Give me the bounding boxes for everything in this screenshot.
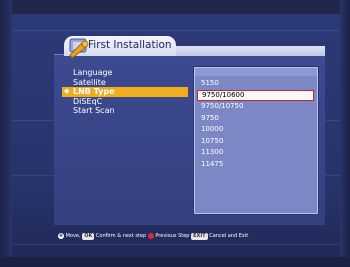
- menu-item-diseqc[interactable]: DiSEqC: [62, 97, 188, 107]
- menu-item-label: Satellite: [73, 77, 106, 87]
- installation-menu: Language Satellite ◆ LNB Type DiSEqC Sta…: [62, 68, 188, 116]
- lnb-option[interactable]: 11300: [197, 147, 314, 159]
- ok-key-icon: OK: [82, 232, 95, 240]
- menu-item-label: LNB Type: [73, 87, 115, 97]
- bezel-right: [340, 0, 350, 267]
- lnb-option[interactable]: 11475: [197, 159, 314, 171]
- red-button-icon: [147, 233, 154, 239]
- help-bar: ✥ Move, OK Confirm & next step Previous …: [58, 230, 248, 242]
- menu-item-language[interactable]: Language: [62, 68, 188, 78]
- help-prev-label: Previous Step: [155, 233, 190, 239]
- lnb-option[interactable]: 9750/10600: [197, 89, 314, 101]
- menu-item-start-scan[interactable]: Start Scan: [62, 106, 188, 116]
- lnb-option-list: 5150 9750/10600 9750/10750 9750 10000 10750 11…: [197, 78, 314, 170]
- help-exit-label: Cancel and Exit: [209, 233, 249, 239]
- help-move-label: Move,: [65, 233, 81, 239]
- menu-item-label: Start Scan: [73, 106, 115, 116]
- bezel-bottom: [0, 257, 350, 267]
- header-strip: [176, 46, 325, 56]
- selected-marker-icon: ◆: [64, 87, 70, 96]
- bezel-left: [0, 0, 12, 267]
- menu-item-label: DiSEqC: [73, 96, 103, 106]
- scanline: [12, 30, 340, 31]
- menu-item-label: Language: [73, 68, 113, 77]
- lnb-option[interactable]: 9750: [197, 113, 314, 125]
- dropdown-header: [195, 68, 317, 76]
- lnb-option[interactable]: 10750: [197, 136, 314, 148]
- navigation-arrows-icon: ✥: [58, 233, 64, 239]
- tv-screen: First Installation Language Satellite ◆ …: [0, 0, 350, 267]
- lnb-option[interactable]: 9750/10750: [197, 101, 314, 113]
- lnb-option[interactable]: 10000: [197, 124, 314, 136]
- lnb-type-dropdown[interactable]: 5150 9750/10600 9750/10750 9750 10000 10750 11…: [193, 66, 319, 215]
- page-title: First Installation: [88, 39, 172, 51]
- menu-item-lnb-type[interactable]: ◆ LNB Type: [62, 87, 188, 97]
- bezel-top: [0, 0, 350, 14]
- scanline: [12, 244, 340, 245]
- lnb-option[interactable]: 5150: [197, 78, 314, 90]
- help-ok-label: Confirm & next step: [95, 233, 147, 239]
- exit-key-icon: EXIT: [191, 232, 208, 240]
- menu-item-satellite[interactable]: Satellite: [62, 78, 188, 88]
